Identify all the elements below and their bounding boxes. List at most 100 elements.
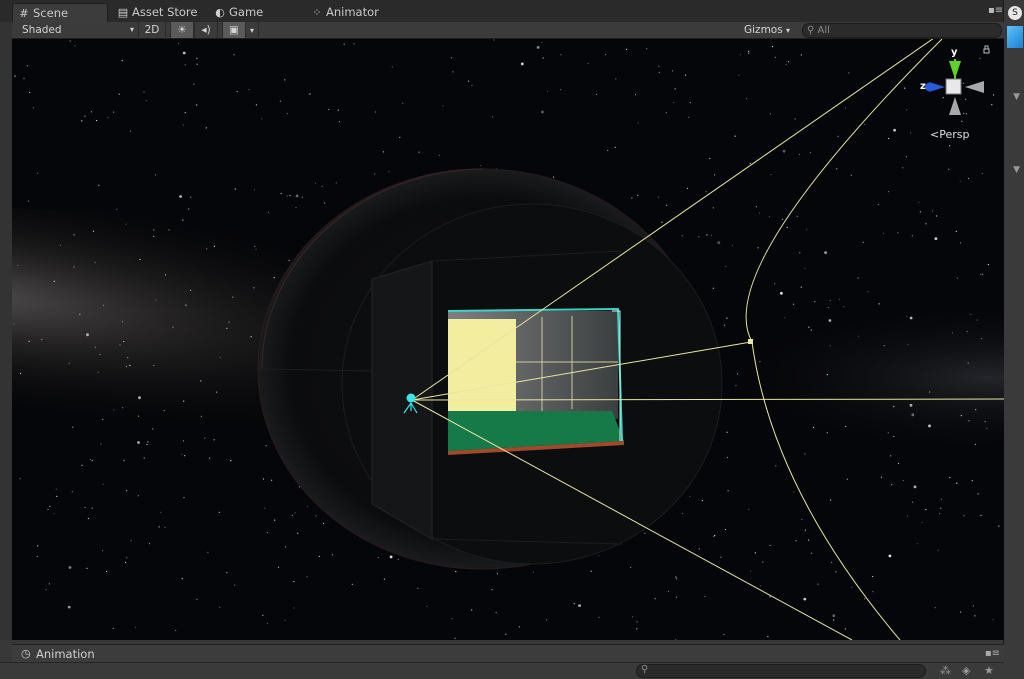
star	[998, 525, 1000, 527]
tab-asset-store[interactable]: ▤ Asset Store	[112, 3, 206, 22]
star	[274, 519, 276, 521]
star	[832, 614, 836, 618]
star	[96, 119, 98, 122]
audio-toggle-button[interactable]: ◂)	[194, 22, 218, 38]
star	[280, 192, 282, 195]
star	[196, 104, 198, 106]
star	[374, 111, 377, 113]
star	[129, 364, 131, 367]
star	[781, 218, 784, 220]
tab-game[interactable]: ◐ Game	[209, 3, 271, 22]
star	[890, 455, 892, 457]
star	[720, 556, 722, 558]
star	[748, 52, 750, 54]
star	[143, 457, 145, 459]
star	[723, 633, 725, 636]
triangle-down-icon[interactable]: ▼	[1013, 92, 1020, 102]
star	[800, 54, 802, 56]
star	[183, 497, 185, 499]
star	[153, 229, 155, 231]
star-icon[interactable]: ★	[984, 664, 994, 677]
animator-icon: ⁘	[312, 6, 322, 19]
star	[940, 498, 943, 500]
effects-toggle-button[interactable]: ▣	[222, 22, 246, 38]
account-icon[interactable]: S	[1008, 6, 1022, 20]
star	[907, 515, 909, 517]
draw-mode-dropdown[interactable]: Shaded ▾	[22, 22, 134, 38]
star	[962, 82, 965, 84]
star	[888, 191, 890, 193]
star	[698, 548, 700, 550]
star	[28, 200, 30, 202]
star	[182, 219, 184, 221]
star	[748, 50, 750, 52]
star	[644, 532, 646, 534]
star	[200, 415, 202, 417]
star	[942, 97, 944, 99]
star	[250, 336, 252, 338]
star	[388, 170, 390, 173]
star	[993, 94, 995, 96]
star	[808, 326, 810, 328]
star	[801, 518, 803, 521]
effects-dropdown-button[interactable]: ▾	[245, 22, 259, 38]
store-icon: ▤	[117, 6, 129, 19]
star	[234, 584, 236, 586]
projection-toggle[interactable]: <Persp	[930, 128, 969, 141]
tab-scene[interactable]: # Scene	[12, 3, 108, 23]
star	[689, 102, 691, 104]
star	[686, 187, 689, 189]
star	[963, 112, 965, 114]
star	[181, 578, 183, 580]
star	[265, 445, 267, 447]
scene-search-input[interactable]: ⚲ All	[802, 23, 1002, 38]
tag-icon[interactable]: ◈	[962, 664, 970, 677]
star	[116, 208, 118, 210]
star	[213, 439, 215, 441]
gizmos-dropdown[interactable]: Gizmos ▾	[744, 22, 794, 38]
star	[785, 64, 787, 66]
star	[796, 215, 798, 217]
star	[595, 93, 598, 95]
star	[121, 321, 123, 323]
star	[774, 283, 776, 285]
lighting-toggle-button[interactable]: ☀	[170, 22, 194, 38]
star	[102, 418, 104, 420]
star	[553, 176, 555, 178]
star	[560, 89, 562, 91]
star	[377, 556, 379, 559]
star	[130, 540, 132, 542]
star	[961, 120, 963, 122]
animation-tab-label[interactable]: Animation	[36, 647, 95, 661]
star	[918, 201, 920, 203]
star	[706, 234, 708, 236]
star	[916, 543, 918, 545]
star	[266, 532, 268, 534]
star	[598, 616, 600, 619]
star	[713, 535, 715, 537]
tab-animator-label: Animator	[326, 5, 379, 19]
star	[850, 174, 853, 176]
star	[29, 91, 31, 93]
star	[771, 46, 774, 48]
2d-toggle-button[interactable]: 2D	[138, 22, 166, 38]
tab-animator[interactable]: ⁘ Animator	[306, 3, 387, 22]
star	[906, 315, 908, 317]
animation-search-input[interactable]: ⚲	[636, 664, 926, 678]
star	[546, 619, 548, 621]
panel-menu-icon[interactable]: ▪≡	[985, 648, 1000, 659]
star	[704, 595, 706, 598]
star	[867, 291, 869, 293]
star	[934, 237, 938, 241]
star	[905, 156, 908, 158]
tab-menu-icon[interactable]: ▪≡	[988, 5, 1003, 17]
star	[402, 102, 404, 104]
scene-viewport[interactable]: y z <Persp	[12, 39, 1004, 640]
star	[143, 91, 145, 93]
star	[49, 505, 51, 507]
triangle-down-icon[interactable]: ▼	[1013, 165, 1020, 175]
star	[731, 244, 734, 246]
star	[614, 146, 616, 148]
star	[125, 561, 127, 564]
filter-by-type-icon[interactable]: ⁂	[940, 664, 951, 677]
